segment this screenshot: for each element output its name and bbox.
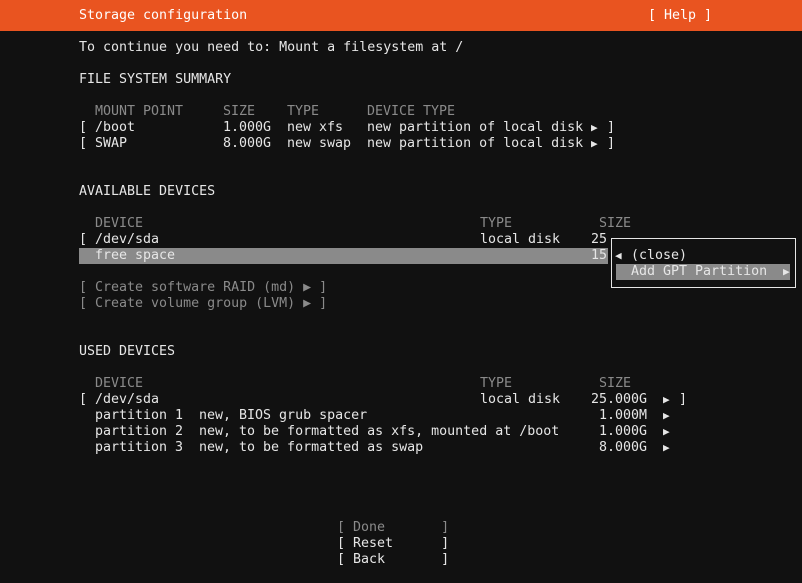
- fs-type: new swap: [287, 136, 352, 151]
- menu-close-item[interactable]: (close): [631, 248, 687, 264]
- chevron-right-icon[interactable]: ▶: [591, 120, 598, 136]
- partition-size: 1.000G: [599, 424, 648, 439]
- partition-size: 1.000M: [599, 408, 648, 423]
- fs-mount: SWAP: [95, 136, 128, 151]
- fs-device-type: new partition of local disk: [367, 120, 584, 135]
- fs-col-mount: MOUNT POINT: [95, 104, 184, 119]
- row-bracket-close: ]: [679, 392, 688, 407]
- fs-col-type: TYPE: [287, 104, 320, 119]
- partition-desc: new, BIOS grub spacer: [199, 408, 368, 423]
- chevron-left-icon[interactable]: ◀: [615, 248, 622, 264]
- available-devices-heading: AVAILABLE DEVICES: [79, 184, 216, 199]
- chevron-right-icon[interactable]: ▶: [663, 440, 670, 456]
- chevron-right-icon[interactable]: ▶: [663, 408, 670, 424]
- row-bracket-close: ]: [607, 136, 616, 151]
- free-space-size: 15: [591, 248, 608, 263]
- done-button[interactable]: [ Done ]: [337, 520, 449, 536]
- chevron-right-icon[interactable]: ▶: [591, 136, 598, 152]
- fs-col-device-type: DEVICE TYPE: [367, 104, 456, 119]
- fs-size: 8.000G: [223, 136, 272, 151]
- partition-size: 8.000G: [599, 440, 648, 455]
- row-bracket-open: [: [79, 136, 88, 151]
- device-size: 25: [591, 232, 608, 247]
- device-type: local disk: [480, 232, 561, 247]
- partition-desc: new, to be formatted as xfs, mounted at …: [199, 424, 560, 439]
- fs-col-size: SIZE: [223, 104, 256, 119]
- avail-col-size: SIZE: [599, 216, 632, 231]
- fs-device-type: new partition of local disk: [367, 136, 584, 151]
- reset-button[interactable]: [ Reset ]: [337, 536, 449, 552]
- device-name: /dev/sda: [95, 392, 160, 407]
- row-bracket-open: [: [79, 120, 88, 135]
- chevron-right-icon[interactable]: ▶: [663, 424, 670, 440]
- chevron-right-icon: ▶: [783, 265, 790, 278]
- avail-col-type: TYPE: [480, 216, 513, 231]
- partition-desc: new, to be formatted as swap: [199, 440, 424, 455]
- fs-summary-heading: FILE SYSTEM SUMMARY: [79, 72, 232, 87]
- used-col-type: TYPE: [480, 376, 513, 391]
- used-col-device: DEVICE: [95, 376, 144, 391]
- help-button[interactable]: [ Help ]: [648, 8, 712, 24]
- free-space-label: free space: [95, 248, 176, 263]
- device-name: /dev/sda: [95, 232, 160, 247]
- partition-label: partition 3: [95, 440, 184, 455]
- page-title: Storage configuration: [79, 8, 248, 23]
- row-bracket-close: ]: [607, 120, 616, 135]
- instruction-text: To continue you need to: Mount a filesys…: [79, 40, 464, 55]
- fs-type: new xfs: [287, 120, 344, 135]
- used-devices-heading: USED DEVICES: [79, 344, 176, 359]
- row-bracket-open: [: [79, 392, 88, 407]
- menu-add-gpt-label: Add GPT Partition: [631, 264, 768, 279]
- create-raid-button[interactable]: [ Create software RAID (md) ▶ ]: [79, 280, 327, 296]
- partition-label: partition 1: [95, 408, 184, 423]
- back-button[interactable]: [ Back ]: [337, 552, 449, 568]
- avail-col-device: DEVICE: [95, 216, 144, 231]
- fs-mount: /boot: [95, 120, 136, 135]
- partition-label: partition 2: [95, 424, 184, 439]
- row-bracket-open: [: [79, 232, 88, 247]
- create-lvm-button[interactable]: [ Create volume group (LVM) ▶ ]: [79, 296, 327, 312]
- used-col-size: SIZE: [599, 376, 632, 391]
- device-size: 25.000G: [591, 392, 648, 407]
- fs-size: 1.000G: [223, 120, 272, 135]
- chevron-right-icon[interactable]: ▶: [663, 392, 670, 408]
- device-type: local disk: [480, 392, 561, 407]
